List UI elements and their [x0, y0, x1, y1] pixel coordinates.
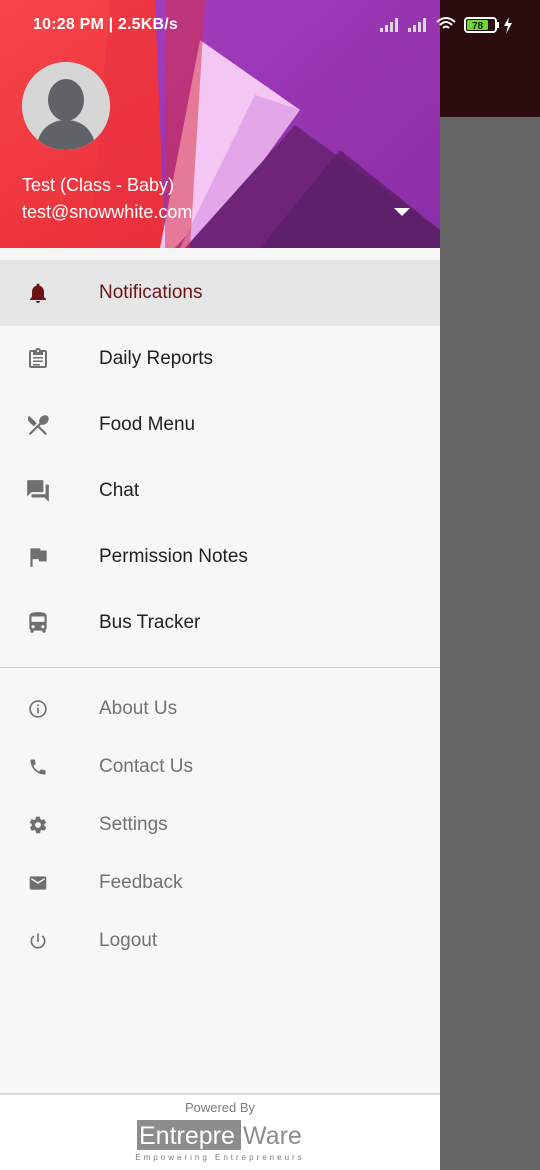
status-bar: 10:28 PM | 2.5KB/s 78 [0, 0, 540, 40]
info-icon [24, 695, 52, 723]
chat-icon [24, 477, 52, 505]
menu-label-notifications: Notifications [99, 282, 203, 303]
power-icon [24, 927, 52, 955]
entrepreware-logo: Entrepre Ware [137, 1119, 303, 1156]
status-icons: 78 [380, 14, 520, 41]
navigation-drawer: Test (Class - Baby) test@snowwhite.com N… [0, 0, 440, 1170]
menu-label-about-us: About Us [99, 698, 178, 719]
svg-text:Entrepre: Entrepre [139, 1122, 235, 1150]
charging-icon [504, 17, 512, 34]
menu-item-feedback[interactable]: Feedback [0, 854, 440, 912]
svg-text:Ware: Ware [243, 1122, 302, 1150]
signal-icon [380, 18, 398, 32]
menu-divider [0, 667, 440, 668]
mail-icon [24, 869, 52, 897]
battery-icon: 78 [464, 17, 499, 33]
menu-label-permission-notes: Permission Notes [99, 546, 248, 567]
account-dropdown-icon[interactable] [390, 204, 414, 220]
drawer-footer: Powered By Entrepre Ware Empowering Entr… [0, 1093, 440, 1170]
user-email: test@snowwhite.com [22, 202, 193, 222]
menu-item-chat[interactable]: Chat [0, 458, 440, 524]
menu-item-permission-notes[interactable]: Permission Notes [0, 524, 440, 590]
bell-icon [24, 279, 52, 307]
utensils-icon [24, 411, 52, 439]
menu-item-contact-us[interactable]: Contact Us [0, 738, 440, 796]
bus-icon [24, 609, 52, 637]
menu-item-notifications[interactable]: Notifications [0, 260, 440, 326]
status-time: 10:28 PM | 2.5KB/s [33, 16, 179, 33]
menu-item-settings[interactable]: Settings [0, 796, 440, 854]
menu-label-food-menu: Food Menu [99, 414, 196, 435]
powered-by-label: Powered By [184, 1100, 256, 1115]
svg-text:78: 78 [472, 21, 484, 32]
brand-tagline: Empowering Entrepreneurs [135, 1153, 305, 1162]
menu-label-chat: Chat [99, 480, 140, 501]
gear-icon [24, 811, 52, 839]
clipboard-icon [24, 345, 52, 373]
menu-label-daily-reports: Daily Reports [99, 348, 214, 369]
menu-item-food-menu[interactable]: Food Menu [0, 392, 440, 458]
menu-label-settings: Settings [99, 814, 168, 835]
avatar[interactable] [22, 62, 110, 150]
phone-icon [24, 753, 52, 781]
menu-item-bus-tracker[interactable]: Bus Tracker [0, 590, 440, 656]
menu-label-feedback: Feedback [99, 872, 183, 893]
user-silhouette-icon [22, 62, 110, 150]
flag-icon [24, 543, 52, 571]
menu-item-daily-reports[interactable]: Daily Reports [0, 326, 440, 392]
menu-item-logout[interactable]: Logout [0, 912, 440, 970]
menu-label-contact-us: Contact Us [99, 756, 193, 777]
menu-item-about-us[interactable]: About Us [0, 680, 440, 738]
signal-icon-2 [408, 18, 426, 32]
wifi-icon [436, 17, 456, 29]
screen: Test (Class - Baby) test@snowwhite.com N… [0, 0, 540, 1170]
menu-label-logout: Logout [99, 930, 158, 951]
user-name: Test (Class - Baby) [22, 175, 175, 195]
menu-label-bus-tracker: Bus Tracker [99, 612, 201, 633]
